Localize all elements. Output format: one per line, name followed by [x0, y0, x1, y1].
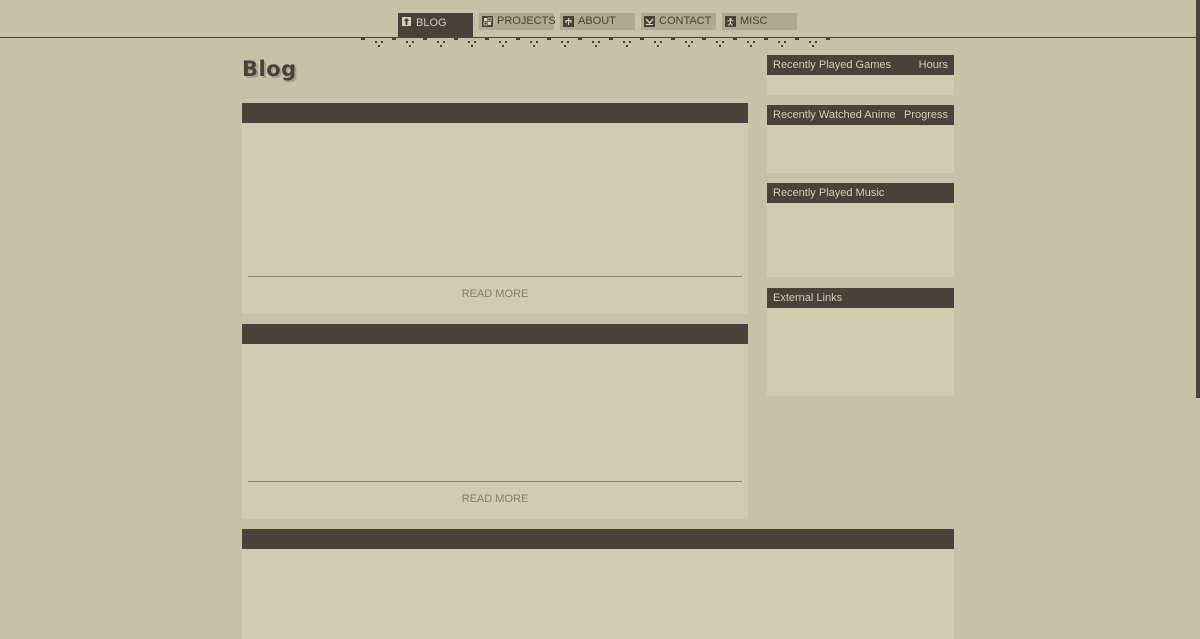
nav-item-contact[interactable]: CONTACT [641, 13, 716, 30]
post-body: READ MORE [242, 344, 748, 519]
person-icon [563, 16, 574, 27]
widget-column-label: Hours [918, 59, 948, 71]
up-arrow-icon [401, 16, 412, 27]
widget-header: External Links [767, 288, 954, 308]
read-more-link[interactable]: READ MORE [242, 288, 748, 300]
blog-post-card-wide [242, 529, 954, 639]
widget-header: Recently Watched Anime Progress [767, 105, 954, 125]
nav-label-about: ABOUT [578, 15, 616, 27]
divider [248, 276, 742, 277]
nav-item-misc[interactable]: MISC [722, 13, 797, 30]
widget-title: Recently Played Music [773, 187, 885, 199]
widget-title: Recently Played Games [773, 59, 891, 71]
post-header [242, 324, 748, 344]
nav-item-about[interactable]: ABOUT [560, 13, 635, 30]
post-header [242, 103, 748, 123]
post-header [242, 529, 954, 549]
nav-item-blog[interactable]: BLOG [398, 13, 473, 37]
top-bar: BLOG PROJECTS ABOUT CONTACT MISC [0, 0, 1196, 38]
grid-icon [482, 16, 493, 27]
widget-title: External Links [773, 292, 843, 304]
decorative-dots [361, 37, 830, 47]
blog-post-card: READ MORE [242, 103, 748, 314]
divider [248, 481, 742, 482]
widget-recent-games: Recently Played Games Hours [767, 55, 954, 95]
widget-recent-anime: Recently Watched Anime Progress [767, 105, 954, 173]
figure-icon [725, 16, 736, 27]
nav-label-blog: BLOG [416, 17, 447, 29]
widget-recent-music: Recently Played Music [767, 183, 954, 277]
widget-column-label: Progress [903, 109, 948, 121]
page-title: Blog [242, 57, 297, 81]
post-body: READ MORE [242, 123, 748, 314]
nav-label-misc: MISC [740, 15, 768, 27]
envelope-icon [644, 16, 655, 27]
blog-post-card: READ MORE [242, 324, 748, 519]
read-more-link[interactable]: READ MORE [242, 493, 748, 505]
widget-external-links: External Links [767, 288, 954, 396]
widget-header: Recently Played Music [767, 183, 954, 203]
nav-item-projects[interactable]: PROJECTS [479, 13, 556, 30]
nav-label-contact: CONTACT [659, 15, 712, 27]
widget-title: Recently Watched Anime [773, 109, 896, 121]
scrollbar[interactable] [1196, 0, 1200, 398]
nav-label-projects: PROJECTS [497, 15, 556, 27]
widget-header: Recently Played Games Hours [767, 55, 954, 75]
